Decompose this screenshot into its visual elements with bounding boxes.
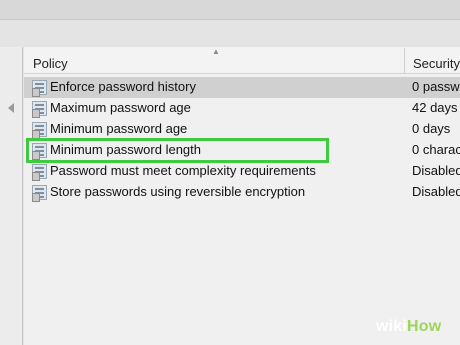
policy-icon bbox=[32, 164, 47, 181]
policy-setting: 0 days bbox=[412, 121, 451, 136]
sort-ascending-icon: ▲ bbox=[212, 47, 220, 56]
policy-row-minimum-password-age[interactable]: Minimum password age 0 days bbox=[24, 119, 460, 140]
left-navigation-pane[interactable] bbox=[0, 47, 23, 345]
window-top-strip bbox=[0, 0, 460, 20]
policy-name: Enforce password history bbox=[50, 79, 196, 94]
policy-icon bbox=[32, 122, 47, 139]
policy-name: Minimum password age bbox=[50, 121, 188, 136]
policy-setting: 0 charac bbox=[412, 142, 460, 157]
policy-name: Store passwords using reversible encrypt… bbox=[50, 184, 306, 199]
policy-row-enforce-password-history[interactable]: Enforce password history 0 passw bbox=[24, 77, 460, 98]
policy-row-password-complexity[interactable]: Password must meet complexity requiremen… bbox=[24, 161, 460, 182]
scroll-left-icon[interactable] bbox=[8, 103, 14, 113]
wikihow-watermark: wikiHow bbox=[376, 318, 460, 338]
policy-icon bbox=[32, 185, 47, 202]
policy-name: Minimum password length bbox=[50, 142, 202, 157]
policy-setting: 0 passw bbox=[412, 79, 460, 94]
watermark-how: How bbox=[407, 318, 442, 335]
column-header-policy[interactable]: Policy bbox=[33, 56, 68, 71]
policy-setting: Disabled bbox=[412, 163, 460, 178]
policy-icon bbox=[32, 143, 47, 160]
policy-name: Maximum password age bbox=[50, 100, 191, 115]
policy-icon bbox=[32, 80, 47, 97]
list-header bbox=[24, 47, 460, 74]
watermark-wiki: wiki bbox=[376, 318, 408, 335]
policy-setting: 42 days bbox=[412, 100, 458, 115]
policy-row-maximum-password-age[interactable]: Maximum password age 42 days bbox=[24, 98, 460, 119]
policy-name: Password must meet complexity requiremen… bbox=[50, 163, 316, 178]
policy-row-minimum-password-length[interactable]: Minimum password length 0 charac bbox=[24, 140, 460, 161]
column-header-security[interactable]: Security bbox=[413, 56, 460, 71]
policy-setting: Disabled bbox=[412, 184, 460, 199]
column-divider[interactable] bbox=[404, 48, 405, 74]
policy-icon bbox=[32, 101, 47, 118]
policy-row-reversible-encryption[interactable]: Store passwords using reversible encrypt… bbox=[24, 182, 460, 203]
